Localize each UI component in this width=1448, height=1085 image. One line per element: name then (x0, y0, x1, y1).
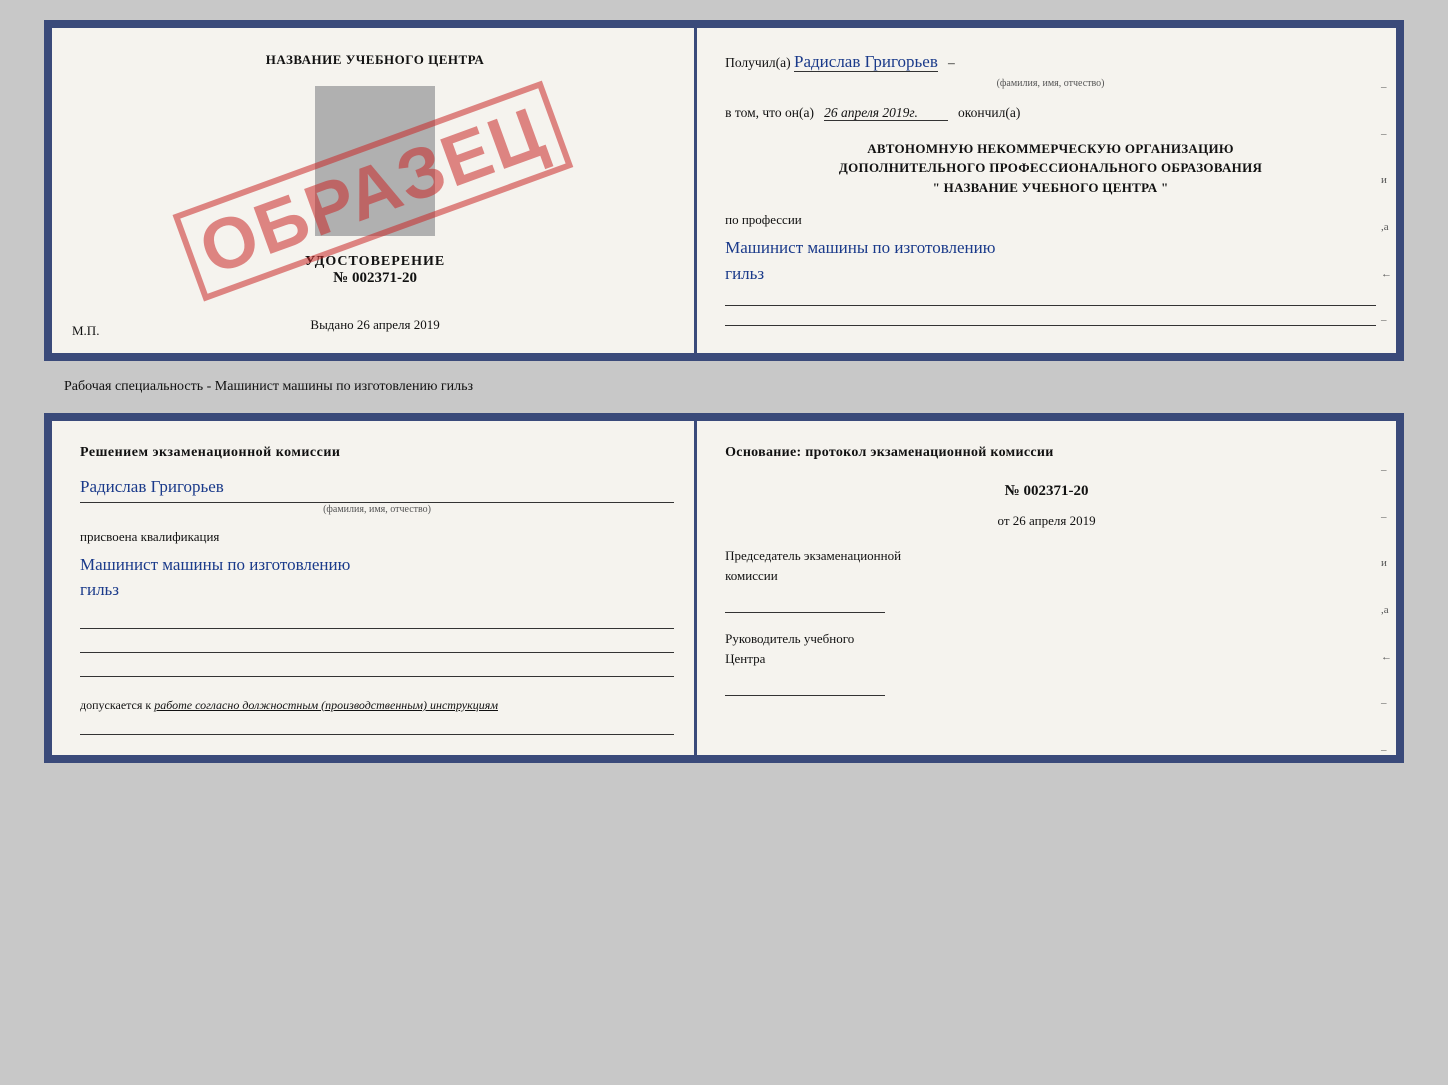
side-dashes-top: – – и ,а ← – – – (1381, 78, 1392, 361)
mp-label: М.П. (72, 323, 99, 339)
udostoverenie-block: УДОСТОВЕРЕНИЕ № 002371-20 (305, 254, 445, 287)
fio-hint-top: (фамилия, имя, отчество) (725, 75, 1376, 92)
top-left-title: НАЗВАНИЕ УЧЕБНОГО ЦЕНТРА (266, 52, 485, 68)
rukovoditel-block: Руководитель учебного Центра (725, 629, 1368, 696)
underline2 (725, 306, 1376, 326)
org-block: АВТОНОМНУЮ НЕКОММЕРЧЕСКУЮ ОРГАНИЗАЦИЮ ДО… (725, 139, 1376, 198)
top-document: НАЗВАНИЕ УЧЕБНОГО ЦЕНТРА УДОСТОВЕРЕНИЕ №… (44, 20, 1404, 361)
top-doc-right: Получил(а) Радислав Григорьев – (фамилия… (697, 28, 1396, 353)
fio-hint-bottom: (фамилия, имя, отчество) (80, 501, 674, 518)
dopuskaetsya-underline (80, 715, 674, 735)
bottom-doc-left: Решением экзаменационной комиссии Радисл… (52, 421, 697, 755)
protocol-number: № 002371-20 (725, 479, 1368, 505)
between-label: Рабочая специальность - Машинист машины … (64, 379, 473, 395)
bottom-document: Решением экзаменационной комиссии Радисл… (44, 413, 1404, 763)
kvali-line2: гильз (80, 577, 674, 603)
predsedatel-block: Председатель экзаменационной комиссии (725, 546, 1368, 613)
kvali-line1: Машинист машины по изготовлению (80, 552, 674, 578)
predsedatel-sig-line (725, 591, 885, 613)
profession-line2: гильз (725, 261, 1376, 287)
cert-number: № 002371-20 (305, 270, 445, 287)
komissia-title: Решением экзаменационной комиссии (80, 441, 674, 465)
poprofessii-label: по профессии (725, 209, 1376, 231)
vtom-line: в том, что он(а) 26 апреля 2019г. окончи… (725, 102, 1376, 125)
side-dashes-bottom: – – и ,а ← – – – (1381, 461, 1392, 763)
photo-placeholder (315, 86, 435, 236)
poluchil-line: Получил(а) Радислав Григорьев – (фамилия… (725, 48, 1376, 92)
osnovanie-title: Основание: протокол экзаменационной коми… (725, 441, 1368, 465)
prisvoena-label: присвоена квалификация (80, 526, 674, 548)
cert-label: УДОСТОВЕРЕНИЕ (305, 254, 445, 270)
bottom-doc-right: Основание: протокол экзаменационной коми… (697, 421, 1396, 755)
recipient-name-top: Радислав Григорьев (794, 52, 938, 72)
profession-line1: Машинист машины по изготовлению (725, 235, 1376, 261)
underline1 (725, 286, 1376, 306)
top-doc-left: НАЗВАНИЕ УЧЕБНОГО ЦЕНТРА УДОСТОВЕРЕНИЕ №… (52, 28, 697, 353)
recipient-name-bottom: Радислав Григорьев (80, 473, 674, 503)
vtom-date: 26 апреля 2019г. (824, 105, 948, 121)
dopuskaetsya-text: работе согласно должностным (производств… (154, 698, 498, 712)
dopuskaetsya-line: допускается к работе согласно должностны… (80, 695, 674, 715)
vydano-line: Выдано 26 апреля 2019 (310, 317, 439, 333)
sig-underlines-left (80, 609, 674, 677)
protocol-date: от 26 апреля 2019 (725, 510, 1368, 532)
rukovoditel-sig-line (725, 674, 885, 696)
